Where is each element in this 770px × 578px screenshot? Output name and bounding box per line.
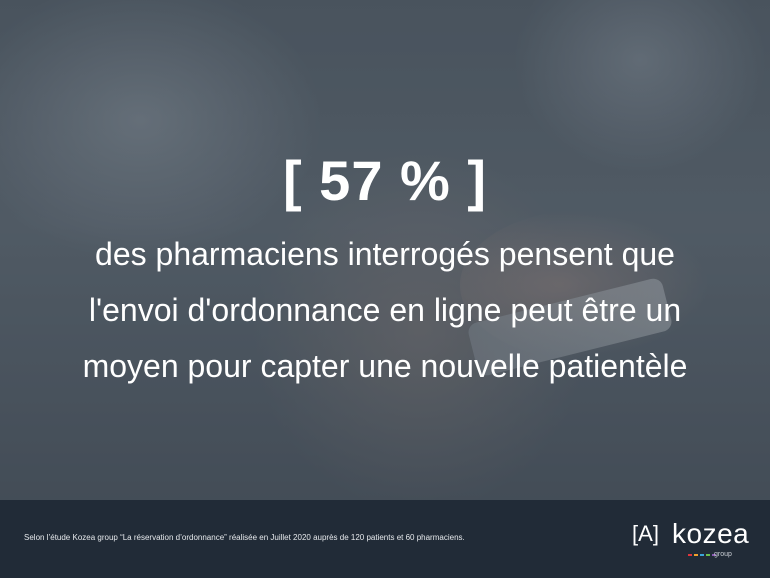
logo-dot xyxy=(694,554,698,556)
description-line-3: moyen pour capter une nouvelle patientèl… xyxy=(82,348,688,384)
statistic-description: des pharmaciens interrogés pensent que l… xyxy=(0,226,770,394)
logo-dot xyxy=(688,554,692,556)
logo-dot xyxy=(700,554,704,556)
logo-subtitle: group xyxy=(714,551,732,558)
description-line-1: des pharmaciens interrogés pensent que xyxy=(95,236,675,272)
source-note: Selon l’étude Kozea group “La réservatio… xyxy=(24,533,465,542)
footer-bar: Selon l’étude Kozea group “La réservatio… xyxy=(0,500,770,578)
statistic-headline: [ 57 % ] xyxy=(282,149,488,212)
logo-wordmark: kozea xyxy=(672,518,750,549)
logo-mark-letter: A xyxy=(638,521,653,546)
kozea-logo: [A] kozea group xyxy=(632,517,750,563)
description-line-2: l'envoi d'ordonnance en ligne peut être … xyxy=(88,292,682,328)
logo-color-dots xyxy=(688,554,716,556)
slide: [ 57 % ] des pharmaciens interrogés pens… xyxy=(0,0,770,578)
logo-bracket-mark: [A] xyxy=(632,521,659,546)
logo-dot xyxy=(706,554,710,556)
